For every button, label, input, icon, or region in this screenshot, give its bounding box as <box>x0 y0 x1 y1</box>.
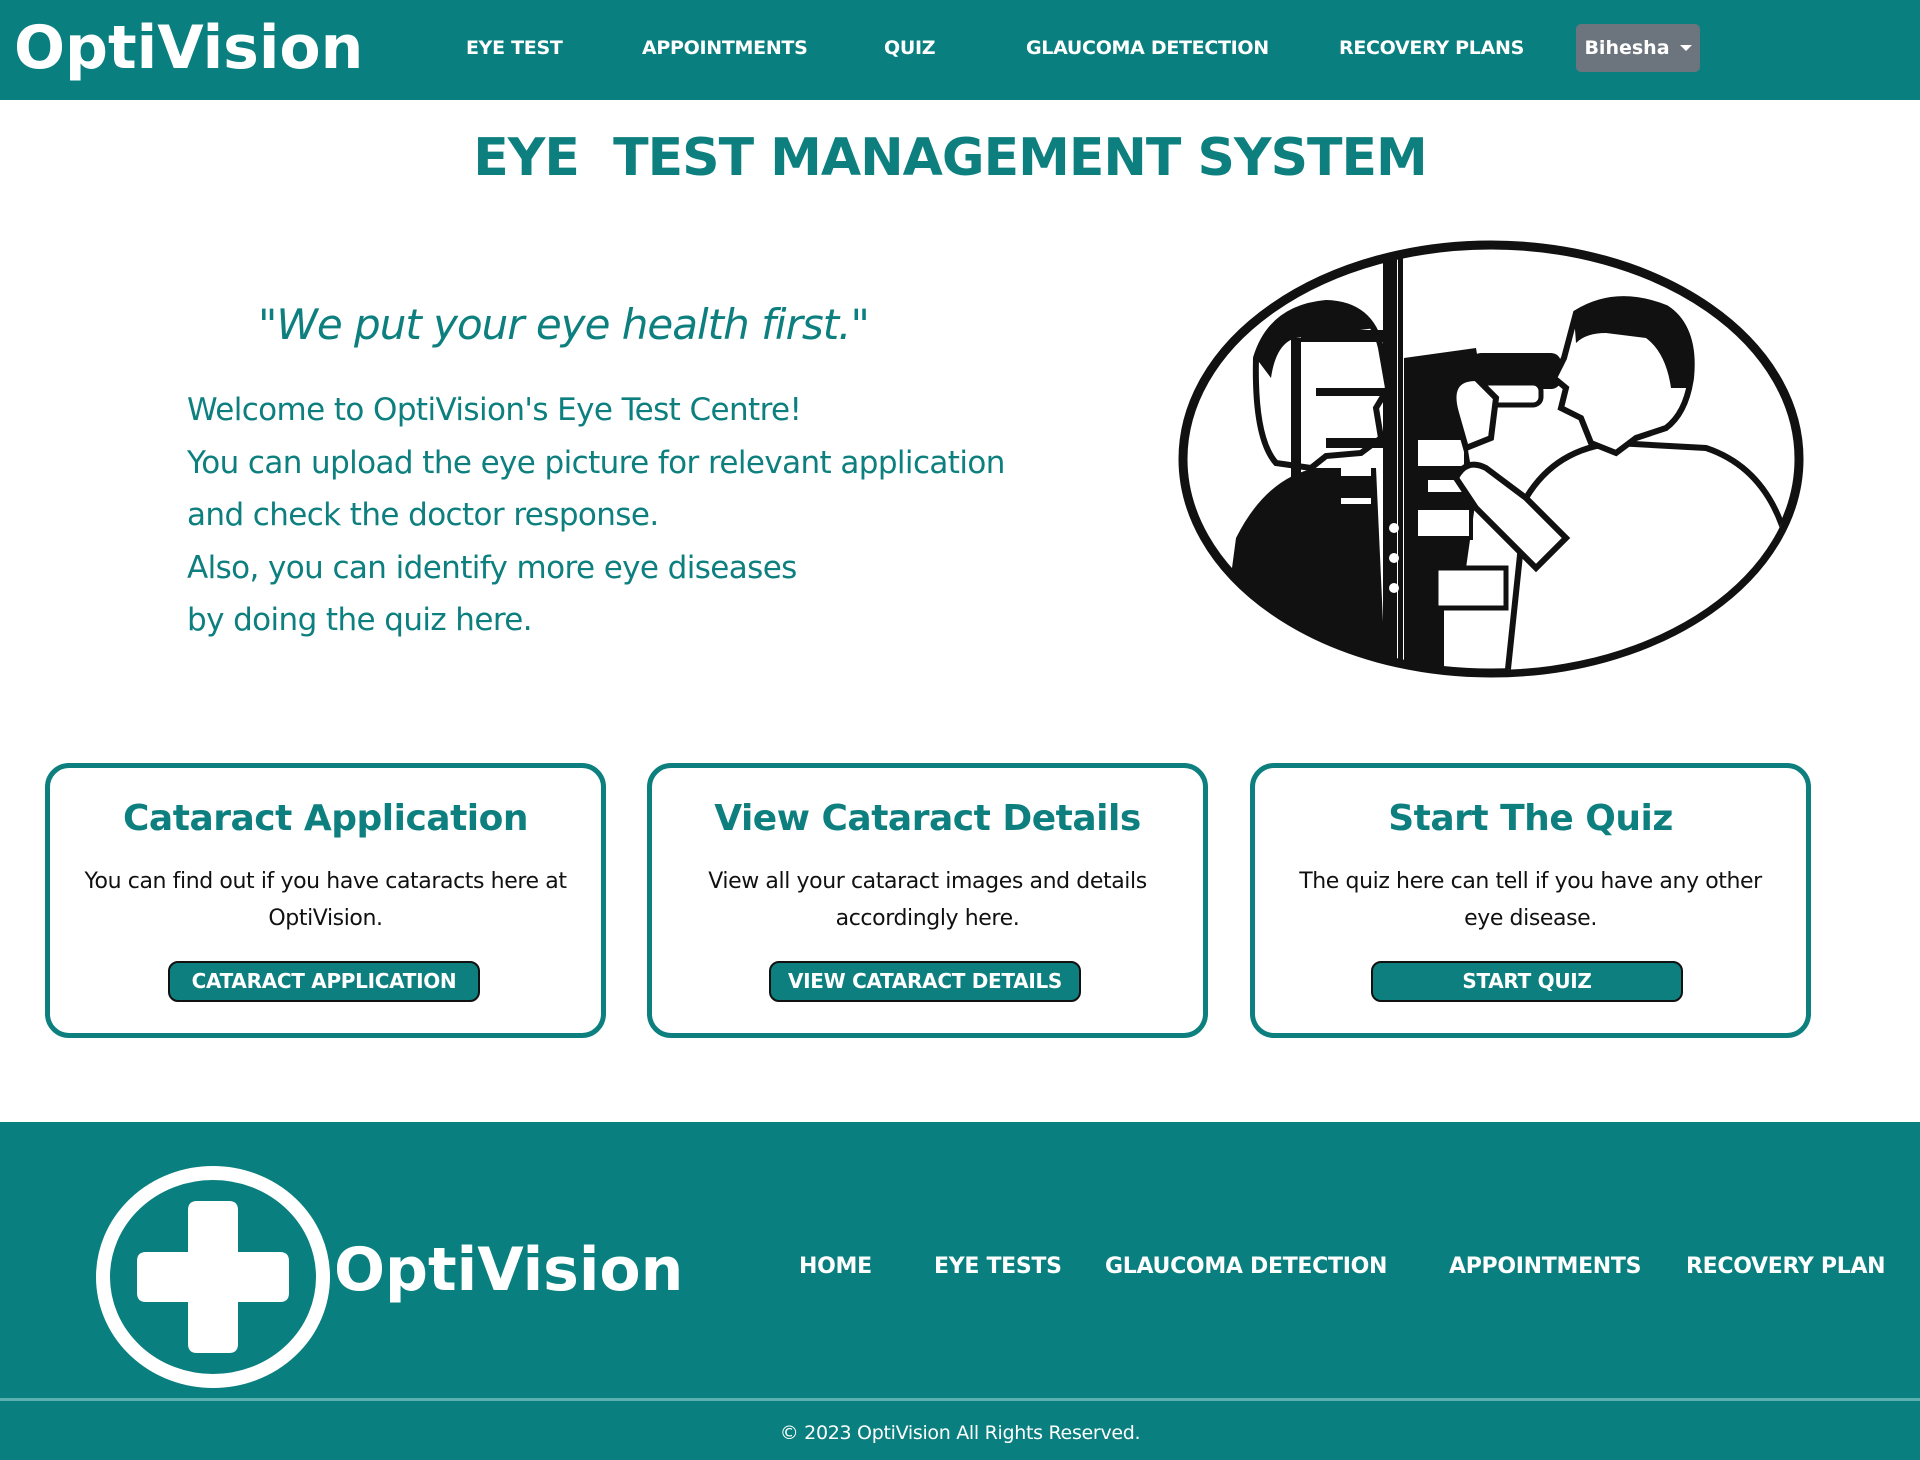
top-navbar: OptiVision EYE TEST APPOINTMENTS QUIZ GL… <box>0 0 1920 100</box>
card-title: Start The Quiz <box>1388 798 1673 839</box>
page-title: EYE TEST MANAGEMENT SYSTEM <box>473 128 1428 188</box>
eye-exam-illustration <box>1178 240 1804 678</box>
user-name: Bihesha <box>1584 37 1670 59</box>
card-text: View all your cataract images and detail… <box>708 869 1147 931</box>
footer-link-glaucoma-detection[interactable]: GLAUCOMA DETECTION <box>1105 1254 1387 1279</box>
medical-cross-icon <box>96 1166 330 1388</box>
brand-logo[interactable]: OptiVision <box>14 10 363 86</box>
footer-divider <box>0 1398 1920 1401</box>
view-cataract-details-button[interactable]: VIEW CATARACT DETAILS <box>769 961 1081 1002</box>
card-cataract-application: Cataract Application You can find out if… <box>45 763 606 1038</box>
start-quiz-button[interactable]: START QUIZ <box>1371 961 1683 1002</box>
card-text: You can find out if you have cataracts h… <box>84 869 567 931</box>
card-title: Cataract Application <box>123 798 528 839</box>
card-title: View Cataract Details <box>714 798 1141 839</box>
footer-link-recovery-plan[interactable]: RECOVERY PLAN <box>1686 1254 1886 1279</box>
footer-link-appointments[interactable]: APPOINTMENTS <box>1449 1254 1641 1279</box>
cataract-application-button[interactable]: CATARACT APPLICATION <box>168 961 480 1002</box>
intro-line: Welcome to OptiVision's Eye Test Centre! <box>187 392 802 428</box>
footer-link-home[interactable]: HOME <box>799 1254 872 1279</box>
nav-quiz[interactable]: QUIZ <box>884 36 936 60</box>
nav-glaucoma-detection[interactable]: GLAUCOMA DETECTION <box>1026 36 1269 60</box>
nav-appointments[interactable]: APPOINTMENTS <box>642 36 808 60</box>
caret-down-icon <box>1679 45 1692 51</box>
user-dropdown-button[interactable]: Bihesha <box>1576 24 1700 72</box>
intro-line: and check the doctor response. <box>187 497 659 533</box>
footer-brand[interactable]: OptiVision <box>334 1232 683 1308</box>
intro-text: Welcome to OptiVision's Eye Test Centre!… <box>187 384 1047 647</box>
tagline: "We put your eye health first." <box>258 300 870 349</box>
intro-line: by doing the quiz here. <box>187 602 533 638</box>
card-view-cataract-details: View Cataract Details View all your cata… <box>647 763 1208 1038</box>
card-text: The quiz here can tell if you have any o… <box>1299 869 1762 931</box>
copyright-text: © 2023 OptiVision All Rights Reserved. <box>779 1422 1141 1444</box>
intro-line: You can upload the eye picture for relev… <box>187 444 1005 481</box>
footer-link-eye-tests[interactable]: EYE TESTS <box>934 1254 1062 1279</box>
nav-recovery-plans[interactable]: RECOVERY PLANS <box>1339 36 1524 60</box>
footer: OptiVision HOME EYE TESTS GLAUCOMA DETEC… <box>0 1122 1920 1460</box>
intro-line: Also, you can identify more eye diseases <box>187 549 797 586</box>
card-start-quiz: Start The Quiz The quiz here can tell if… <box>1250 763 1811 1038</box>
nav-eye-test[interactable]: EYE TEST <box>466 36 563 60</box>
